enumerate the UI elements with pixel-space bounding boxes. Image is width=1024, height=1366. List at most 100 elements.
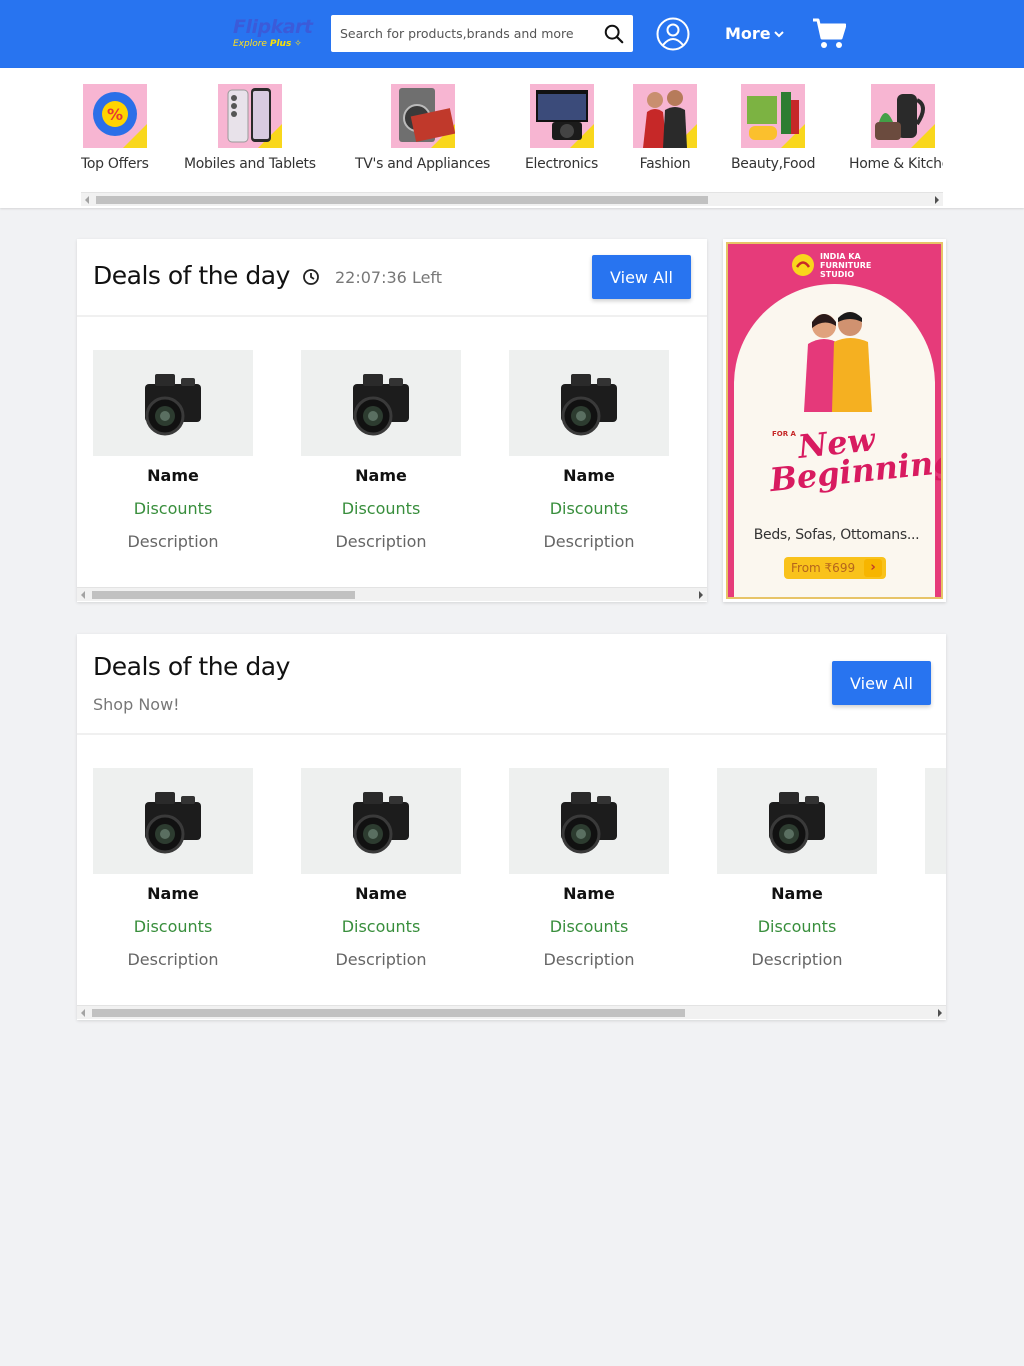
scroll-right-arrow-icon[interactable] <box>699 591 703 599</box>
account-icon[interactable] <box>656 17 690 51</box>
logo-subtext: Explore Plus ✧ <box>233 38 313 50</box>
deals-scrollbar[interactable] <box>77 1005 946 1019</box>
product-card[interactable]: Name Discounts Description <box>301 350 461 552</box>
category-label: Mobiles and Tablets <box>184 156 316 172</box>
product-name: Name <box>563 884 615 903</box>
category-scrollbar[interactable] <box>81 192 943 206</box>
scroll-right-arrow-icon[interactable] <box>938 1009 942 1017</box>
product-name: Name <box>355 884 407 903</box>
product-description: Description <box>543 532 635 551</box>
category-top-offers[interactable]: % Top Offers <box>81 84 149 172</box>
camera-icon <box>353 792 409 854</box>
product-image[interactable] <box>509 768 669 874</box>
product-card-partial[interactable] <box>925 768 946 874</box>
product-name: Name <box>147 466 199 485</box>
category-tv-appliances[interactable]: TV's and Appliances <box>355 84 490 172</box>
furniture-ad-banner[interactable]: INDIA KA FURNITURE STUDIO FOR A New Begi… <box>723 239 946 602</box>
chevron-down-icon <box>773 30 784 37</box>
product-image[interactable] <box>301 768 461 874</box>
category-scroller[interactable]: % Top Offers Mobiles and Tablets TV's an… <box>81 68 943 192</box>
category-bar: % Top Offers Mobiles and Tablets TV's an… <box>0 68 1024 208</box>
scrollbar-thumb[interactable] <box>96 196 708 204</box>
ad-subtitle: Beds, Sofas, Ottomans... <box>753 527 920 543</box>
product-carousel[interactable]: Name Discounts Description Name Discount… <box>77 768 946 988</box>
section-title: Deals of the day <box>93 652 290 681</box>
scroll-left-arrow-icon[interactable] <box>85 196 89 204</box>
product-discount: Discounts <box>341 917 421 936</box>
category-fashion[interactable]: Fashion <box>633 84 697 172</box>
category-home-kitchen[interactable]: Home & Kitchen <box>849 84 943 172</box>
product-image[interactable] <box>717 768 877 874</box>
plus-icon: ✧ <box>294 39 302 49</box>
product-image[interactable] <box>925 768 946 874</box>
beauty-products-icon <box>741 84 806 148</box>
logo-plus: Plus <box>269 39 292 49</box>
view-all-button[interactable]: View All <box>832 661 931 705</box>
category-mobiles[interactable]: Mobiles and Tablets <box>184 84 316 172</box>
product-image[interactable] <box>301 350 461 456</box>
product-description: Description <box>127 532 219 551</box>
deals-card-2: Deals of the day Shop Now! View All Name… <box>77 634 946 1020</box>
product-discount: Discounts <box>549 917 629 936</box>
product-image[interactable] <box>93 350 253 456</box>
cart-icon[interactable] <box>812 17 846 50</box>
countdown-timer: 22:07:36 Left <box>335 268 443 287</box>
camera-icon <box>145 792 201 854</box>
logo-text: Flipkart <box>233 16 313 38</box>
scroll-left-arrow-icon[interactable] <box>81 591 85 599</box>
search-box <box>331 15 633 52</box>
product-discount: Discounts <box>133 499 213 518</box>
product-carousel[interactable]: Name Discounts Description Name Discount… <box>77 350 707 570</box>
product-image[interactable] <box>93 768 253 874</box>
product-card[interactable]: Name Discounts Description <box>717 768 877 970</box>
scrollbar-thumb[interactable] <box>92 1009 685 1017</box>
category-label: Electronics <box>525 156 599 172</box>
category-label: Home & Kitchen <box>849 156 943 172</box>
offer-badge-icon: % <box>82 84 147 148</box>
section-title: Deals of the day <box>93 261 290 290</box>
search-icon[interactable] <box>603 23 625 45</box>
camera-icon <box>145 374 201 436</box>
category-label: TV's and Appliances <box>355 156 490 172</box>
scroll-right-arrow-icon[interactable] <box>935 196 939 204</box>
product-description: Description <box>335 950 427 969</box>
deals-header: Deals of the day Shop Now! View All <box>77 634 946 735</box>
search-input[interactable] <box>340 26 600 41</box>
product-name: Name <box>771 884 823 903</box>
monitor-camera-icon <box>529 84 594 148</box>
more-menu[interactable]: More <box>725 24 784 43</box>
product-name: Name <box>355 466 407 485</box>
flipkart-logo[interactable]: Flipkart Explore Plus ✧ <box>233 16 313 52</box>
product-image[interactable] <box>509 350 669 456</box>
ad-studio-text: INDIA KA FURNITURE STUDIO <box>820 252 872 279</box>
ad-cta-button[interactable]: From ₹699 › <box>784 557 886 579</box>
scrollbar-thumb[interactable] <box>92 591 355 599</box>
product-description: Description <box>127 950 219 969</box>
product-card[interactable]: Name Discounts Description <box>509 768 669 970</box>
camera-icon <box>353 374 409 436</box>
product-card[interactable]: Name Discounts Description <box>301 768 461 970</box>
more-label: More <box>725 24 771 43</box>
furniture-studio-logo-icon <box>792 254 814 276</box>
section-subtitle: Shop Now! <box>93 695 180 714</box>
view-all-button[interactable]: View All <box>592 255 691 299</box>
deals-scrollbar[interactable] <box>77 587 707 601</box>
product-card[interactable]: Name Discounts Description <box>509 350 669 552</box>
product-card[interactable]: Name Discounts Description <box>93 768 253 970</box>
category-electronics[interactable]: Electronics <box>525 84 598 172</box>
product-card[interactable]: Name Discounts Description <box>93 350 253 552</box>
category-label: Beauty,Food <box>731 156 816 172</box>
phone-icon <box>217 84 282 148</box>
logo-explore: Explore <box>233 39 267 49</box>
camera-icon <box>561 792 617 854</box>
kettle-icon <box>871 84 935 148</box>
chevron-right-icon: › <box>864 559 882 577</box>
camera-icon <box>769 792 825 854</box>
category-beauty-food[interactable]: Beauty,Food <box>731 84 815 172</box>
scroll-left-arrow-icon[interactable] <box>81 1009 85 1017</box>
deals-card-1: Deals of the day 22:07:36 Left View All … <box>77 239 707 602</box>
ad-artwork: INDIA KA FURNITURE STUDIO FOR A New Begi… <box>726 242 943 599</box>
top-header: Flipkart Explore Plus ✧ More <box>0 0 1024 68</box>
product-discount: Discounts <box>133 917 213 936</box>
product-name: Name <box>563 466 615 485</box>
